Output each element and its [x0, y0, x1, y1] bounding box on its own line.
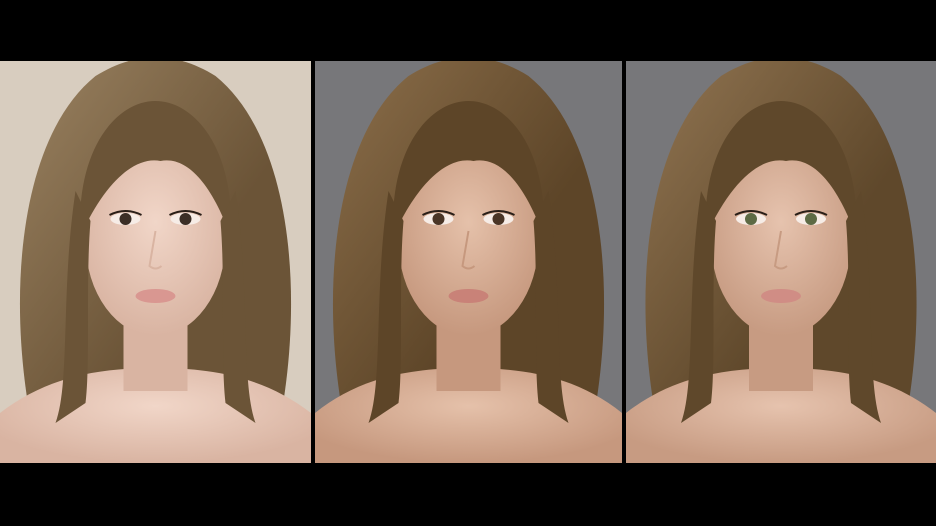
portrait-svg — [626, 61, 936, 463]
right-iris — [492, 213, 505, 225]
left-iris — [119, 213, 132, 225]
portrait-render-2 — [315, 61, 622, 463]
right-iris — [179, 213, 192, 225]
lips — [448, 289, 489, 303]
portrait-render-1 — [0, 61, 311, 463]
left-iris — [745, 213, 757, 225]
right-iris — [805, 213, 817, 225]
lips — [135, 289, 176, 303]
lips — [761, 289, 801, 303]
left-iris — [432, 213, 445, 225]
portrait-render-3 — [626, 61, 936, 463]
letterboxed-figure — [0, 0, 936, 526]
portrait-svg — [315, 61, 622, 463]
portrait-svg — [0, 61, 311, 463]
render-comparison-strip — [0, 61, 936, 463]
